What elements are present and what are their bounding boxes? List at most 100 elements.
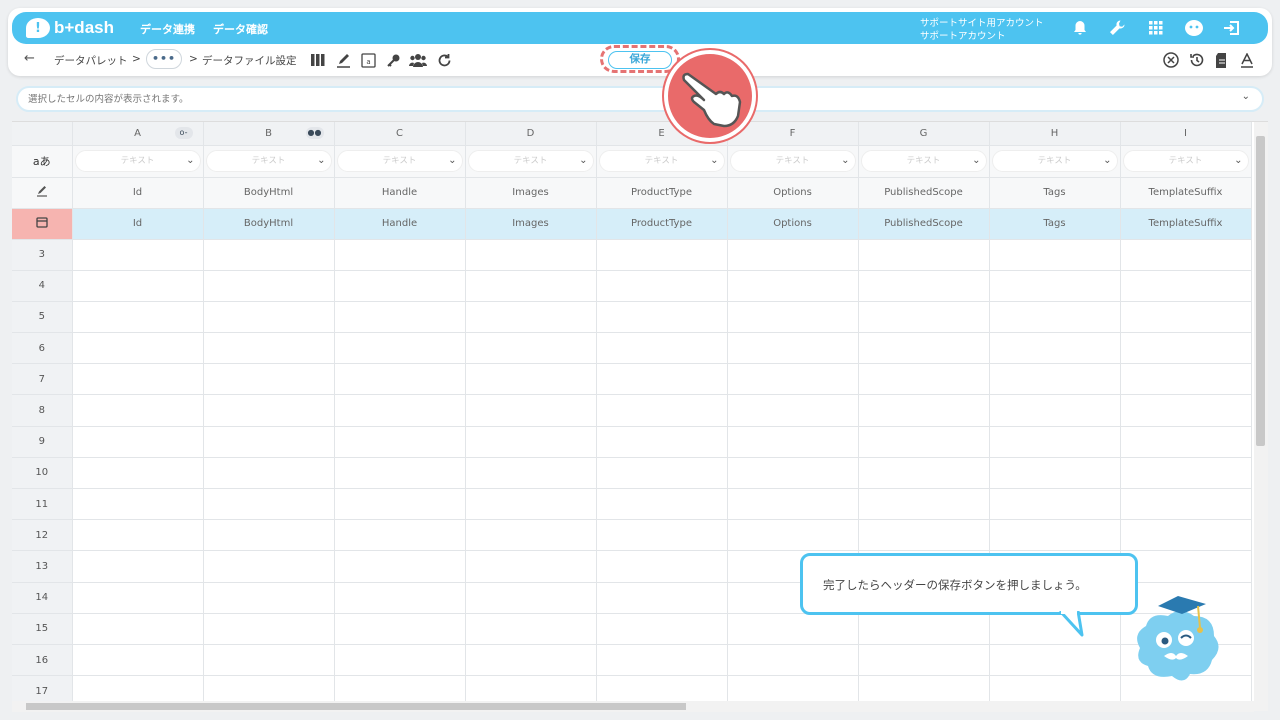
table-cell[interactable] (203, 301, 335, 334)
table-cell[interactable] (596, 519, 728, 552)
field-name-cell[interactable]: Id (72, 177, 204, 209)
table-cell[interactable] (72, 582, 204, 614)
table-cell[interactable] (858, 613, 990, 645)
table-cell[interactable] (334, 332, 466, 365)
scroll-thumb[interactable] (1256, 136, 1265, 446)
table-cell[interactable] (334, 239, 466, 271)
table-cell[interactable] (989, 394, 1121, 427)
back-arrow-icon[interactable]: ← (24, 51, 35, 66)
table-cell[interactable] (596, 613, 728, 645)
table-cell[interactable] (727, 394, 859, 427)
table-cell[interactable] (596, 488, 728, 521)
columns-icon[interactable] (309, 51, 327, 69)
table-cell[interactable] (596, 363, 728, 396)
table-cell[interactable] (334, 613, 466, 645)
table-cell[interactable]: TemplateSuffix (1120, 208, 1252, 240)
table-cell[interactable] (465, 394, 597, 427)
table-cell[interactable] (203, 394, 335, 427)
table-cell[interactable] (334, 270, 466, 302)
breadcrumb-more-button[interactable]: ••• (146, 49, 182, 69)
table-cell[interactable] (1120, 550, 1252, 583)
table-cell[interactable]: Handle (334, 208, 466, 240)
table-cell[interactable] (989, 457, 1121, 490)
table-cell[interactable] (596, 270, 728, 302)
table-cell[interactable] (727, 239, 859, 271)
table-cell[interactable] (858, 457, 990, 490)
table-cell[interactable] (465, 550, 597, 583)
corner-cell[interactable] (12, 122, 73, 146)
refresh-icon[interactable] (435, 51, 453, 69)
text-format-icon[interactable] (1238, 51, 1256, 69)
chevron-down-icon[interactable]: ⌄ (1242, 91, 1250, 102)
table-cell[interactable] (596, 426, 728, 458)
table-cell[interactable] (989, 613, 1121, 645)
logout-icon[interactable] (1220, 16, 1244, 40)
table-cell[interactable] (989, 239, 1121, 271)
row-number[interactable]: 9 (12, 426, 73, 458)
table-cell[interactable] (1120, 457, 1252, 490)
table-cell[interactable] (334, 363, 466, 396)
table-cell[interactable] (334, 426, 466, 458)
cell-content-input[interactable] (28, 91, 1218, 107)
table-cell[interactable] (858, 426, 990, 458)
table-cell[interactable] (858, 332, 990, 365)
table-cell[interactable]: Id (72, 208, 204, 240)
table-cell[interactable] (1120, 488, 1252, 521)
table-cell[interactable] (72, 239, 204, 271)
column-header[interactable]: G (858, 122, 990, 146)
table-cell[interactable] (596, 644, 728, 677)
table-cell[interactable] (989, 301, 1121, 334)
table-cell[interactable] (1120, 394, 1252, 427)
table-cell[interactable] (596, 550, 728, 583)
row-number[interactable]: 13 (12, 550, 73, 583)
table-cell[interactable] (334, 394, 466, 427)
table-cell[interactable] (727, 519, 859, 552)
table-cell[interactable] (727, 301, 859, 334)
table-cell[interactable] (72, 613, 204, 645)
apps-grid-icon[interactable] (1144, 16, 1168, 40)
table-cell[interactable] (72, 426, 204, 458)
table-cell[interactable] (1120, 301, 1252, 334)
table-cell[interactable] (465, 613, 597, 645)
type-select[interactable]: テキスト ⌄ (1122, 150, 1249, 172)
column-header[interactable]: I (1120, 122, 1252, 146)
table-cell[interactable] (72, 457, 204, 490)
horizontal-scrollbar[interactable] (12, 701, 1254, 712)
table-cell[interactable] (727, 644, 859, 677)
logo[interactable]: ! b+dash (26, 16, 114, 40)
table-cell[interactable] (72, 270, 204, 302)
table-cell[interactable] (727, 488, 859, 521)
table-cell[interactable] (727, 613, 859, 645)
table-cell[interactable] (1120, 363, 1252, 396)
type-select[interactable]: テキスト ⌄ (860, 150, 987, 172)
key-icon[interactable] (384, 51, 402, 69)
vertical-scrollbar[interactable] (1254, 122, 1268, 711)
table-cell[interactable] (203, 457, 335, 490)
table-cell[interactable] (334, 582, 466, 614)
table-cell[interactable] (1120, 270, 1252, 302)
table-cell[interactable] (989, 363, 1121, 396)
table-cell[interactable] (334, 488, 466, 521)
table-cell[interactable] (596, 582, 728, 614)
column-header[interactable]: D (465, 122, 597, 146)
type-select[interactable]: テキスト ⌄ (598, 150, 725, 172)
breadcrumb-data-palette[interactable]: データパレット (54, 53, 128, 68)
table-cell[interactable] (858, 394, 990, 427)
table-cell[interactable] (334, 519, 466, 552)
table-cell[interactable] (465, 644, 597, 677)
table-cell[interactable] (203, 332, 335, 365)
edit-icon[interactable] (334, 51, 352, 69)
close-circle-icon[interactable] (1162, 51, 1180, 69)
type-select[interactable]: テキスト ⌄ (336, 150, 463, 172)
scroll-thumb[interactable] (26, 703, 686, 710)
account-name[interactable]: サポートサイト用アカウント サポートアカウント (920, 17, 1044, 43)
table-cell[interactable] (1120, 332, 1252, 365)
table-cell[interactable] (858, 644, 990, 677)
row-number[interactable]: 11 (12, 488, 73, 521)
table-cell[interactable] (989, 644, 1121, 677)
table-cell[interactable] (596, 394, 728, 427)
text-type-icon[interactable]: a (359, 51, 377, 69)
field-name-cell[interactable]: Tags (989, 177, 1121, 209)
table-cell[interactable] (334, 644, 466, 677)
table-cell[interactable] (203, 519, 335, 552)
